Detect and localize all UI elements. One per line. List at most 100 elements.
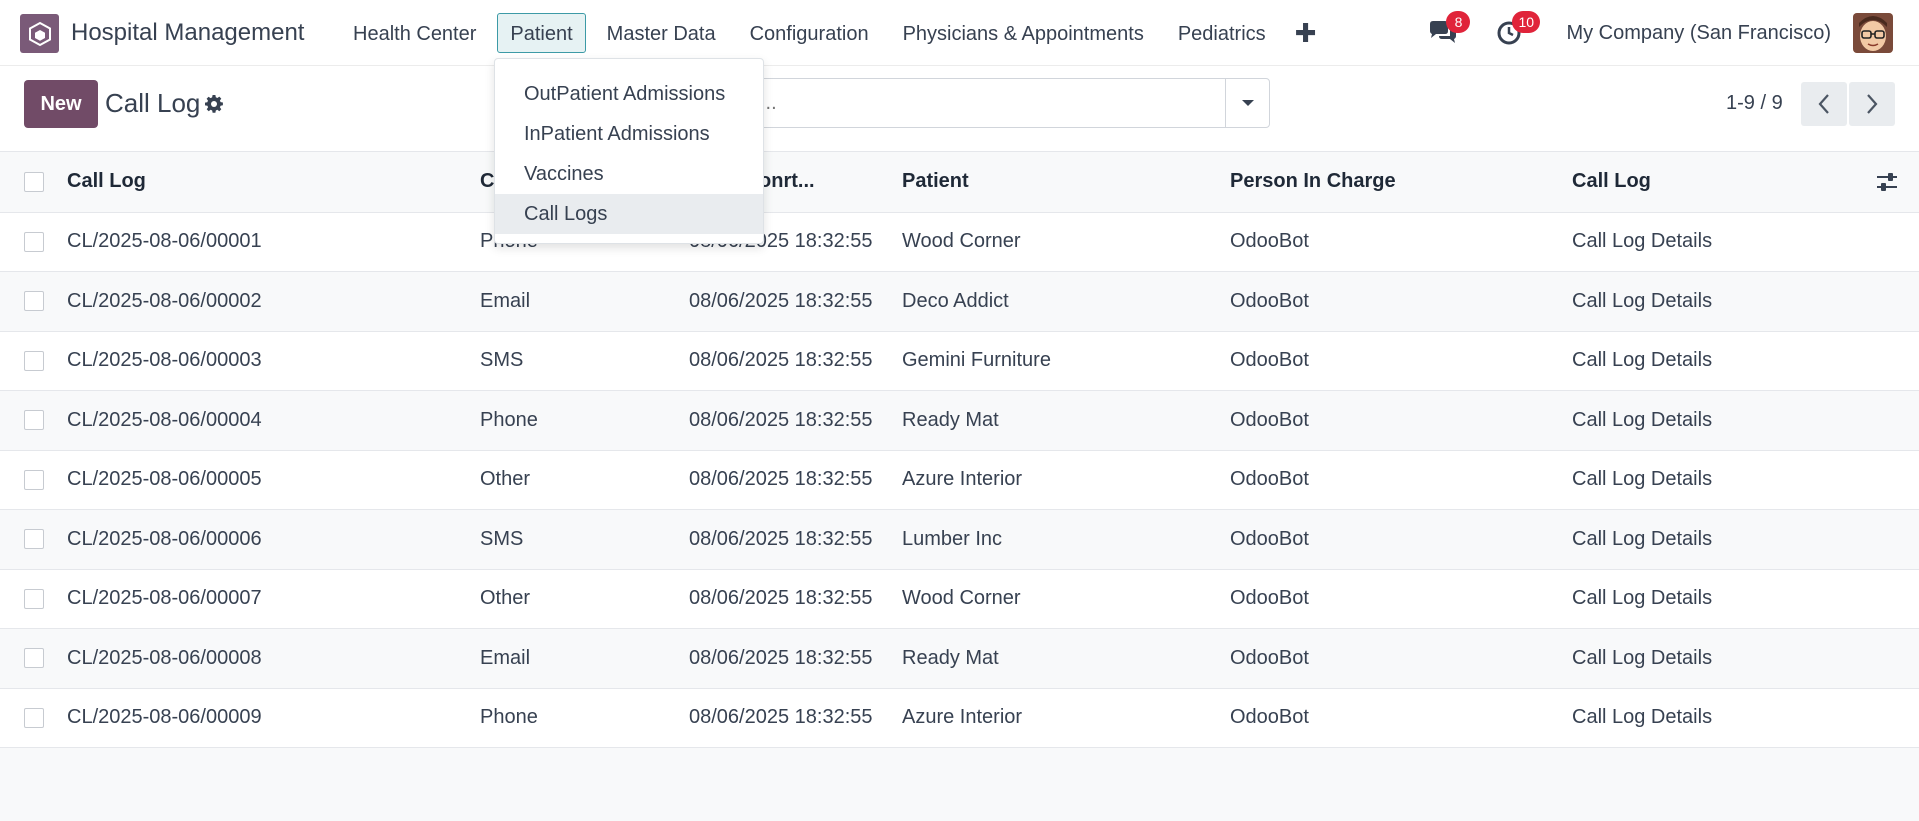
table-row[interactable]: CL/2025-08-06/00009 Phone 08/06/2025 18:32… xyxy=(0,688,1919,748)
messages-button[interactable]: 8 xyxy=(1426,11,1471,50)
row-checkbox[interactable] xyxy=(24,469,44,490)
menu-patient[interactable]: Patient xyxy=(497,13,586,53)
user-avatar[interactable] xyxy=(1853,13,1893,53)
cell-person-in-charge[interactable]: OdooBot xyxy=(1230,391,1572,451)
row-checkbox[interactable] xyxy=(24,529,44,550)
row-checkbox[interactable] xyxy=(24,648,44,669)
app-title[interactable]: Hospital Management xyxy=(71,19,304,47)
cell-call-type[interactable]: Email xyxy=(480,272,689,332)
cell-time-of-contact[interactable]: 08/06/2025 18:32:55 xyxy=(689,569,902,629)
cell-call-log[interactable]: CL/2025-08-06/00004 xyxy=(67,391,480,451)
menu-master-data[interactable]: Master Data xyxy=(590,13,733,53)
cell-person-in-charge[interactable]: OdooBot xyxy=(1230,272,1572,332)
cell-person-in-charge[interactable]: OdooBot xyxy=(1230,450,1572,510)
cell-patient[interactable]: Azure Interior xyxy=(902,450,1230,510)
cell-call-log[interactable]: CL/2025-08-06/00008 xyxy=(67,629,480,689)
sliders-icon[interactable] xyxy=(1876,171,1898,193)
row-checkbox[interactable] xyxy=(24,350,44,371)
cell-call-log-details[interactable]: Call Log Details xyxy=(1572,629,1862,689)
cell-call-log[interactable]: CL/2025-08-06/00001 xyxy=(67,212,480,272)
cell-time-of-contact[interactable]: 08/06/2025 18:32:55 xyxy=(689,450,902,510)
header-call-log-details[interactable]: Call Log xyxy=(1572,152,1862,212)
cell-call-log[interactable]: CL/2025-08-06/00002 xyxy=(67,272,480,332)
row-checkbox[interactable] xyxy=(24,410,44,431)
company-switcher[interactable]: My Company (San Francisco) xyxy=(1566,22,1831,45)
cell-call-type[interactable]: Phone xyxy=(480,688,689,748)
cell-call-log[interactable]: CL/2025-08-06/00007 xyxy=(67,569,480,629)
header-person-in-charge[interactable]: Person In Charge xyxy=(1230,152,1572,212)
cell-call-type[interactable]: SMS xyxy=(480,510,689,570)
row-checkbox[interactable] xyxy=(24,231,44,252)
pager-value[interactable]: 1-9 / 9 xyxy=(1726,92,1783,115)
row-checkbox[interactable] xyxy=(24,707,44,728)
menu-pediatrics[interactable]: Pediatrics xyxy=(1161,13,1283,53)
cell-time-of-contact[interactable]: 08/06/2025 18:32:55 xyxy=(689,391,902,451)
header-patient[interactable]: Patient xyxy=(902,152,1230,212)
cell-call-log-details[interactable]: Call Log Details xyxy=(1572,569,1862,629)
pager-next-button[interactable] xyxy=(1849,82,1895,126)
cell-time-of-contact[interactable]: 08/06/2025 18:32:55 xyxy=(689,272,902,332)
cell-patient[interactable]: Lumber Inc xyxy=(902,510,1230,570)
cell-call-type[interactable]: Phone xyxy=(480,391,689,451)
cell-patient[interactable]: Wood Corner xyxy=(902,569,1230,629)
cell-patient[interactable]: Deco Addict xyxy=(902,272,1230,332)
menu-configuration[interactable]: Configuration xyxy=(733,13,886,53)
dropdown-item-call-logs[interactable]: Call Logs xyxy=(495,194,763,234)
table-row[interactable]: CL/2025-08-06/00008 Email 08/06/2025 18:32… xyxy=(0,628,1919,689)
cell-patient[interactable]: Gemini Furniture xyxy=(902,331,1230,391)
menu-physicians-appointments[interactable]: Physicians & Appointments xyxy=(886,13,1161,53)
select-all-checkbox[interactable] xyxy=(24,171,44,192)
dropdown-item-vaccines[interactable]: Vaccines xyxy=(495,154,763,194)
header-call-log[interactable]: Call Log xyxy=(67,152,480,212)
cell-call-type[interactable]: SMS xyxy=(480,331,689,391)
cell-call-log[interactable]: CL/2025-08-06/00005 xyxy=(67,450,480,510)
cell-patient[interactable]: Ready Mat xyxy=(902,629,1230,689)
cell-person-in-charge[interactable]: OdooBot xyxy=(1230,629,1572,689)
cell-person-in-charge[interactable]: OdooBot xyxy=(1230,331,1572,391)
cell-call-type[interactable]: Email xyxy=(480,629,689,689)
cell-call-log-details[interactable]: Call Log Details xyxy=(1572,272,1862,332)
cell-person-in-charge[interactable]: OdooBot xyxy=(1230,510,1572,570)
cell-call-log-details[interactable]: Call Log Details xyxy=(1572,391,1862,451)
new-button[interactable]: New xyxy=(24,80,98,128)
cell-patient[interactable]: Ready Mat xyxy=(902,391,1230,451)
dropdown-item-inpatient-admissions[interactable]: InPatient Admissions xyxy=(495,114,763,154)
cell-call-log[interactable]: CL/2025-08-06/00006 xyxy=(67,510,480,570)
table-row[interactable]: CL/2025-08-06/00003 SMS 08/06/2025 18:32:5… xyxy=(0,331,1919,391)
search-options-toggle[interactable] xyxy=(1225,79,1269,127)
row-checkbox[interactable] xyxy=(24,291,44,312)
cell-call-log-details[interactable]: Call Log Details xyxy=(1572,688,1862,748)
cell-time-of-contact[interactable]: 08/06/2025 18:32:55 xyxy=(689,688,902,748)
pager-previous-button[interactable] xyxy=(1801,82,1847,126)
table-row[interactable]: CL/2025-08-06/00005 Other 08/06/2025 18:32… xyxy=(0,450,1919,510)
table-row[interactable]: CL/2025-08-06/00001Phone08/06/2025 18:32… xyxy=(0,212,1919,272)
search-input[interactable] xyxy=(746,79,1226,127)
cell-patient[interactable]: Azure Interior xyxy=(902,688,1230,748)
cell-call-log[interactable]: CL/2025-08-06/00003 xyxy=(67,331,480,391)
cell-person-in-charge[interactable]: OdooBot xyxy=(1230,212,1572,272)
table-row[interactable]: CL/2025-08-06/00002 Email 08/06/2025 18:32… xyxy=(0,271,1919,332)
cell-call-log-details[interactable]: Call Log Details xyxy=(1572,212,1862,272)
add-menu-plus-icon[interactable]: ✚ xyxy=(1283,13,1329,53)
table-row[interactable]: CL/2025-08-06/00007 Other 08/06/2025 18:32… xyxy=(0,569,1919,629)
gear-icon[interactable] xyxy=(204,94,224,114)
cell-time-of-contact[interactable]: 08/06/2025 18:32:55 xyxy=(689,510,902,570)
app-logo-icon[interactable] xyxy=(20,14,59,53)
row-checkbox[interactable] xyxy=(24,588,44,609)
cell-person-in-charge[interactable]: OdooBot xyxy=(1230,688,1572,748)
cell-call-log-details[interactable]: Call Log Details xyxy=(1572,450,1862,510)
cell-call-type[interactable]: Other xyxy=(480,450,689,510)
menu-health-center[interactable]: Health Center xyxy=(336,13,493,53)
activities-button[interactable]: 10 xyxy=(1492,11,1541,50)
cell-time-of-contact[interactable]: 08/06/2025 18:32:55 xyxy=(689,629,902,689)
cell-call-log-details[interactable]: Call Log Details xyxy=(1572,510,1862,570)
cell-call-type[interactable]: Other xyxy=(480,569,689,629)
dropdown-item-outpatient-admissions[interactable]: OutPatient Admissions xyxy=(495,74,763,114)
cell-time-of-contact[interactable]: 08/06/2025 18:32:55 xyxy=(689,331,902,391)
cell-person-in-charge[interactable]: OdooBot xyxy=(1230,569,1572,629)
table-row[interactable]: CL/2025-08-06/00006 SMS 08/06/2025 18:32:5… xyxy=(0,509,1919,570)
cell-call-log-details[interactable]: Call Log Details xyxy=(1572,331,1862,391)
cell-call-log[interactable]: CL/2025-08-06/00009 xyxy=(67,688,480,748)
cell-patient[interactable]: Wood Corner xyxy=(902,212,1230,272)
table-row[interactable]: CL/2025-08-06/00004 Phone 08/06/2025 18:32… xyxy=(0,390,1919,451)
